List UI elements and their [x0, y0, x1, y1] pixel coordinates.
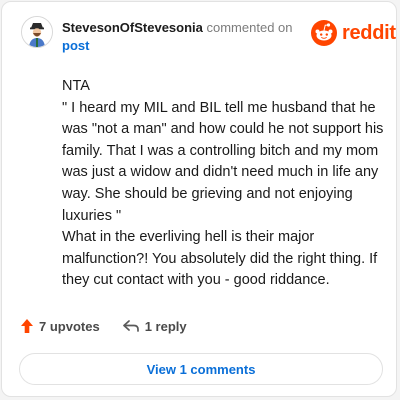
username-link[interactable]: StevesonOfStevesonia	[62, 20, 203, 35]
upvote-count: 7 upvotes	[39, 318, 100, 334]
post-link[interactable]: post	[62, 38, 89, 53]
comment-line-3: What in the everliving hell is their maj…	[62, 229, 378, 289]
comment-line-2: " I heard my MIL and BIL tell me husband…	[62, 99, 384, 224]
comment-card: StevesonOfStevesonia commented on post r…	[1, 1, 397, 397]
comment-line-1: NTA	[62, 78, 90, 94]
comment-body: NTA " I heard my MIL and BIL tell me hus…	[62, 76, 392, 292]
reply-arrow-icon	[122, 320, 139, 332]
reply-button[interactable]: 1 reply	[122, 319, 187, 334]
reply-count: 1 reply	[144, 318, 187, 334]
avatar[interactable]	[21, 16, 53, 48]
reddit-logo-icon	[311, 20, 337, 46]
comment-header: StevesonOfStevesonia commented on post	[62, 19, 297, 55]
view-comments-button[interactable]: View 1 comments	[19, 353, 383, 385]
upvote-button[interactable]: 7 upvotes	[20, 318, 100, 334]
comment-actions: 7 upvotes 1 reply	[20, 318, 187, 334]
upvote-arrow-icon	[21, 319, 33, 333]
avatar-image	[22, 17, 52, 47]
reddit-logo[interactable]: reddit	[311, 20, 396, 46]
commented-on-text: commented on	[202, 20, 293, 35]
reddit-wordmark: reddit	[342, 21, 396, 44]
